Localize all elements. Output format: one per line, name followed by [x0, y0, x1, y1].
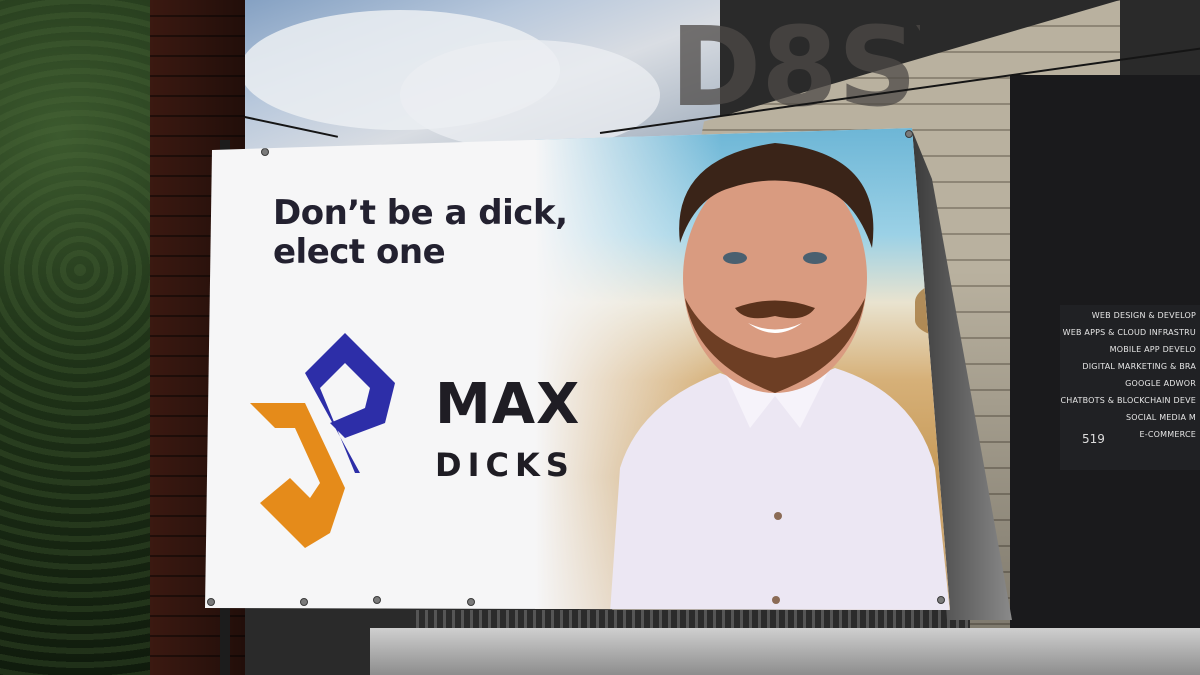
services-sign: WEB DESIGN & DEVELOP WEB APPS & CLOUD IN… — [1060, 305, 1200, 470]
street-scene: D8SY WEB DESIGN & DEVELOP WEB APPS & CLO… — [0, 0, 1200, 675]
logo-orange-shape — [250, 403, 345, 548]
candidate-first-name: MAX — [435, 372, 581, 437]
roof-gutter — [370, 628, 1200, 675]
sky — [200, 0, 720, 160]
candidate-photo — [610, 143, 950, 610]
right-eye — [803, 252, 827, 264]
service-item: SOCIAL MEDIA M — [1126, 413, 1196, 422]
service-item: MOBILE APP DEVELO — [1109, 345, 1196, 354]
service-item: CHATBOTS & BLOCKCHAIN DEVE — [1060, 396, 1196, 405]
candidate-last-name: DICKS — [435, 446, 575, 484]
service-item: E-COMMERCE — [1139, 430, 1196, 439]
street-number: 519 — [1082, 432, 1105, 446]
service-item: DIGITAL MARKETING & BRA — [1082, 362, 1196, 371]
service-item: WEB APPS & CLOUD INFRASTRU — [1062, 328, 1196, 337]
service-item: WEB DESIGN & DEVELOP — [1091, 311, 1196, 320]
white-shirt — [610, 368, 950, 610]
shirt-button — [774, 512, 782, 520]
service-item: GOOGLE ADWOR — [1125, 379, 1196, 388]
shirt-button — [772, 596, 780, 604]
mp-logo-icon — [250, 333, 400, 548]
left-eye — [723, 252, 747, 264]
campaign-banner: Don’t be a dick, elect one MAX DICKS — [205, 128, 950, 610]
graffiti-mural: D8SY — [670, 10, 920, 120]
